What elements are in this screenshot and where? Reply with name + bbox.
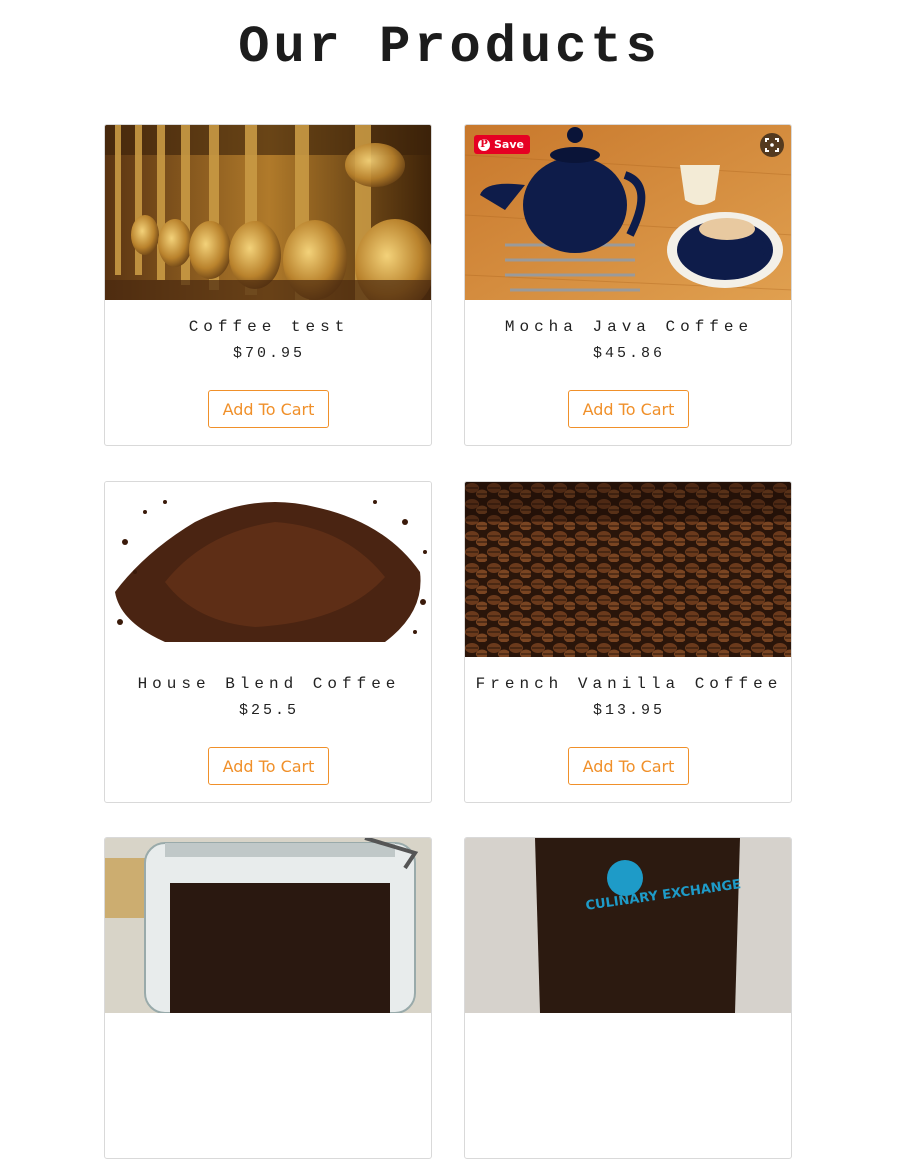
product-image[interactable] [465, 482, 791, 657]
add-to-cart-button[interactable]: Add To Cart [568, 747, 689, 785]
product-image[interactable] [105, 838, 431, 1013]
visual-search-icon[interactable] [760, 133, 784, 157]
product-card: P Save Mocha Java Coffee $45.86 Add To C… [464, 124, 792, 446]
product-image[interactable]: P Save [465, 125, 791, 300]
page-title: Our Products [238, 18, 661, 77]
pinterest-save-label: Save [494, 138, 524, 151]
add-to-cart-button[interactable]: Add To Cart [568, 390, 689, 428]
pinterest-icon: P [478, 138, 490, 151]
product-card: French Vanilla Coffee $13.95 Add To Cart [464, 481, 792, 803]
add-to-cart-button[interactable]: Add To Cart [208, 390, 329, 428]
product-price: $25.5 [238, 702, 299, 719]
product-image[interactable] [105, 482, 431, 657]
product-price: $70.95 [232, 345, 305, 362]
product-card: House Blend Coffee $25.5 Add To Cart [104, 481, 432, 803]
product-card: CULINARY EXCHANGE [464, 837, 792, 1159]
product-card [104, 837, 432, 1159]
product-image[interactable] [105, 125, 431, 300]
pinterest-save-button[interactable]: P Save [474, 135, 530, 154]
add-to-cart-button[interactable]: Add To Cart [208, 747, 329, 785]
product-price: $13.95 [592, 702, 665, 719]
product-image[interactable]: CULINARY EXCHANGE [465, 838, 791, 1013]
product-name: French Vanilla Coffee [475, 675, 783, 693]
product-name: Coffee test [188, 318, 350, 336]
product-name: Mocha Java Coffee [504, 318, 754, 336]
product-price: $45.86 [592, 345, 665, 362]
product-card: Coffee test $70.95 Add To Cart [104, 124, 432, 446]
product-name: House Blend Coffee [137, 675, 401, 693]
